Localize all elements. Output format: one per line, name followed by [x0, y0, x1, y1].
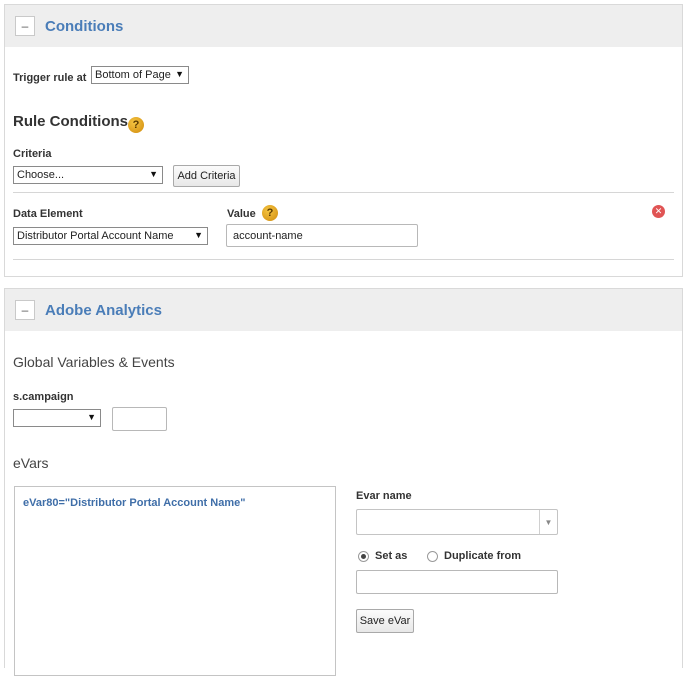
trigger-rule-label: Trigger rule at	[13, 72, 87, 84]
evars-heading: eVars	[13, 455, 49, 471]
value-input[interactable]: account-name	[226, 224, 418, 247]
analytics-collapse-button[interactable]: –	[15, 300, 35, 320]
data-element-select[interactable]: Distributor Portal Account Name ▼	[13, 227, 208, 245]
save-evar-button[interactable]: Save eVar	[356, 609, 414, 633]
evar-list[interactable]: eVar80="Distributor Portal Account Name"	[14, 486, 336, 676]
chevron-down-icon: ▼	[149, 169, 158, 179]
trigger-rule-select[interactable]: Bottom of Page ▼	[91, 66, 189, 84]
chevron-down-icon: ▼	[87, 412, 96, 422]
duplicate-from-label: Duplicate from	[444, 550, 522, 562]
conditions-header: – Conditions	[5, 5, 682, 47]
set-as-label: Set as	[375, 550, 408, 562]
trigger-rule-value: Bottom of Page	[95, 69, 171, 81]
chevron-down-icon: ▼	[194, 230, 203, 240]
analytics-title: Adobe Analytics	[45, 301, 162, 319]
criteria-label: Criteria	[13, 148, 52, 160]
dropdown-toggle[interactable]: ▼	[539, 510, 557, 534]
value-label: Value	[227, 208, 256, 220]
campaign-input[interactable]	[112, 407, 167, 431]
campaign-select[interactable]: ▼	[13, 409, 101, 427]
analytics-header: – Adobe Analytics	[5, 289, 682, 331]
duplicate-from-radio[interactable]	[427, 551, 438, 562]
chevron-down-icon: ▼	[175, 69, 184, 79]
evar-name-label: Evar name	[356, 490, 412, 502]
condition-bottom-divider	[13, 259, 674, 260]
campaign-label: s.campaign	[13, 391, 74, 403]
help-icon[interactable]: ?	[128, 117, 144, 133]
chevron-down-icon: ▼	[544, 517, 553, 527]
set-as-radio[interactable]	[358, 551, 369, 562]
criteria-value: Choose...	[17, 169, 65, 181]
evar-list-item[interactable]: eVar80="Distributor Portal Account Name"	[23, 497, 327, 509]
remove-condition-icon[interactable]: ✕	[652, 205, 665, 218]
radio-dot	[361, 554, 366, 559]
analytics-panel: – Adobe Analytics Global Variables & Eve…	[4, 288, 683, 676]
conditions-title: Conditions	[45, 17, 124, 35]
set-as-input[interactable]	[356, 570, 558, 594]
rule-conditions-title: Rule Conditions	[13, 113, 128, 130]
data-element-value: Distributor Portal Account Name	[17, 230, 174, 242]
criteria-divider	[13, 192, 674, 193]
help-icon[interactable]: ?	[262, 205, 278, 221]
add-criteria-button[interactable]: Add Criteria	[173, 165, 240, 187]
conditions-collapse-button[interactable]: –	[15, 16, 35, 36]
criteria-select[interactable]: Choose... ▼	[13, 166, 163, 184]
evar-name-select[interactable]: ▼	[356, 509, 558, 535]
conditions-panel: – Conditions Trigger rule at Bottom of P…	[4, 4, 683, 277]
data-element-label: Data Element	[13, 208, 83, 220]
global-variables-heading: Global Variables & Events	[13, 354, 175, 370]
